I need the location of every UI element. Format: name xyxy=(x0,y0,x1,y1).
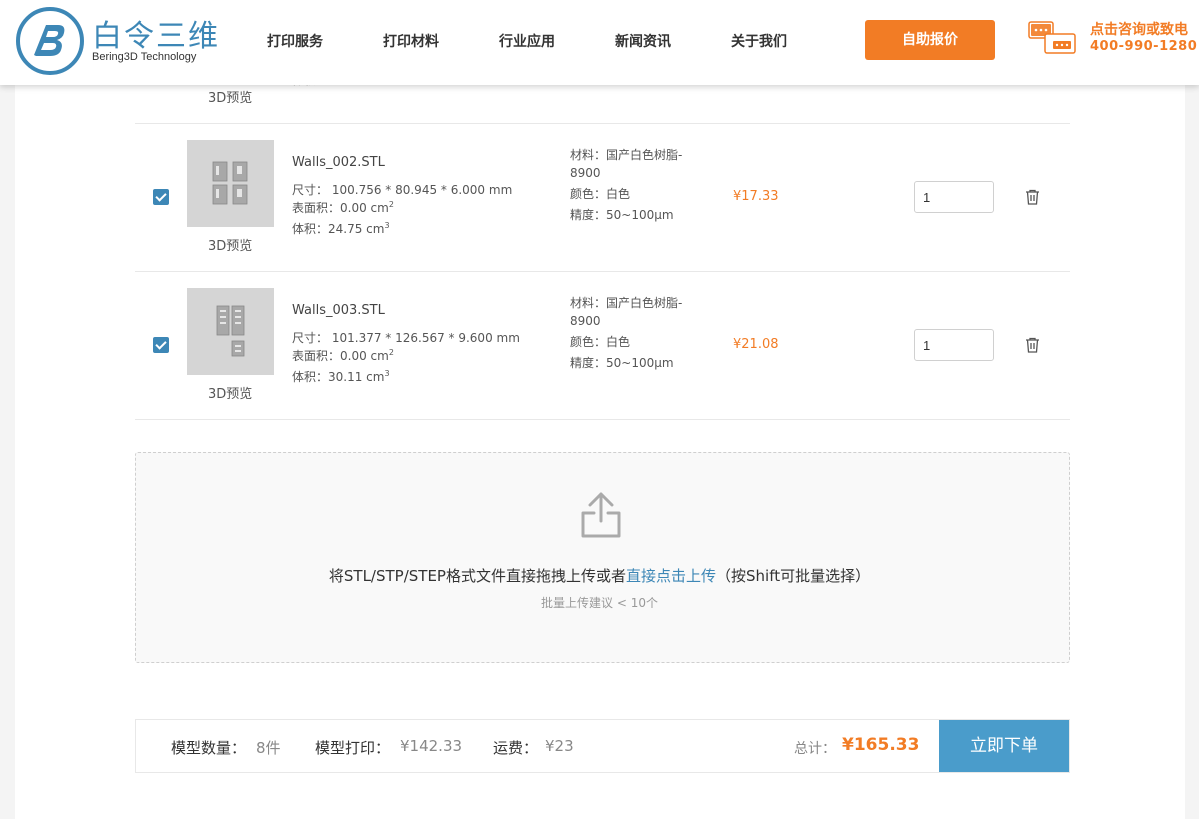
size-spec: 尺寸： 100.756 * 80.945 * 6.000 mm xyxy=(292,181,512,198)
shipping-value: ¥23 xyxy=(545,737,574,755)
model-thumbnail[interactable] xyxy=(187,140,274,227)
area-value: 0.00 cm xyxy=(340,349,389,363)
shipping-label: 运费： xyxy=(493,739,539,757)
area-unit-exponent: 2 xyxy=(388,200,394,209)
brand-name-cn[interactable]: 白令三维 xyxy=(92,11,220,55)
volume-spec: 体积：30.11 cm3 xyxy=(292,368,390,385)
preview-3d-link[interactable]: 3D预览 xyxy=(208,383,252,402)
nav-item-industry[interactable]: 行业应用 xyxy=(499,31,555,51)
self-quote-button[interactable]: 自助报价 xyxy=(865,20,995,60)
material-line: 8900 xyxy=(570,166,601,180)
upload-text: 将STL/STP/STEP格式文件直接拖拽上传或者 xyxy=(328,567,626,585)
size-label: 尺寸： xyxy=(292,183,329,197)
size-label: 尺寸： xyxy=(292,331,329,345)
upload-dropzone[interactable] xyxy=(135,452,1070,663)
brand-logo[interactable] xyxy=(16,7,84,75)
area-unit-exponent: 2 xyxy=(388,348,394,357)
quantity-input[interactable] xyxy=(914,329,994,361)
row-divider xyxy=(135,123,1070,124)
file-name: Walls_002.STL xyxy=(292,155,385,170)
partial-row-preview-link[interactable]: 3D预览 xyxy=(208,87,252,106)
contact-title[interactable]: 点击咨询或致电 xyxy=(1090,19,1188,39)
upload-batch-hint: 批量上传建议 < 10个 xyxy=(541,596,658,610)
site-header: 白令三维 Bering3D Technology 打印服务 打印材料 行业应用 … xyxy=(0,0,1199,85)
quantity-input[interactable] xyxy=(914,181,994,213)
material-info: 材料：国产白色树脂- 8900 颜色：白色 精度：50~100μm xyxy=(570,294,682,372)
trash-icon[interactable] xyxy=(1025,337,1040,353)
volume-label: 体积： xyxy=(292,222,329,236)
volume-value: 24.75 cm xyxy=(328,222,385,236)
chat-bubbles-icon[interactable] xyxy=(1027,20,1077,56)
brand-name-en[interactable]: Bering3D Technology xyxy=(92,51,196,63)
volume-value: 30.11 cm xyxy=(328,370,385,384)
place-order-button[interactable]: 立即下单 xyxy=(939,720,1069,772)
total-label: 总计： xyxy=(794,741,836,757)
area-label: 表面积： xyxy=(292,201,341,215)
precision-line: 精度：50~100μm xyxy=(570,356,674,370)
trash-icon[interactable] xyxy=(1025,189,1040,205)
volume-label: 体积： xyxy=(292,370,329,384)
logo-b-icon xyxy=(34,25,65,56)
area-spec: 表面积：0.00 cm2 xyxy=(292,347,394,364)
model-count-label: 模型数量： xyxy=(171,739,247,757)
nav-item-print-service[interactable]: 打印服务 xyxy=(267,31,323,51)
volume-unit-exponent: 3 xyxy=(384,221,390,230)
precision-line: 精度：50~100μm xyxy=(570,208,674,222)
contact-phone[interactable]: 400-990-1280 xyxy=(1090,39,1197,54)
model-count-value: 8件 xyxy=(256,739,281,757)
material-line: 材料：国产白色树脂- xyxy=(570,296,683,310)
area-value: 0.00 cm xyxy=(340,201,389,215)
material-line: 材料：国产白色树脂- xyxy=(570,148,683,162)
size-spec: 尺寸： 101.377 * 126.567 * 9.600 mm xyxy=(292,329,520,346)
color-line: 颜色：白色 xyxy=(570,187,631,201)
material-info: 材料：国产白色树脂- 8900 颜色：白色 精度：50~100μm xyxy=(570,146,682,224)
upload-icon[interactable] xyxy=(580,491,622,539)
model-thumbnail[interactable] xyxy=(187,288,274,375)
area-label: 表面积： xyxy=(292,349,341,363)
row-divider xyxy=(135,271,1070,272)
size-value: 100.756 * 80.945 * 6.000 mm xyxy=(331,183,513,197)
size-value: 101.377 * 126.567 * 9.600 mm xyxy=(331,331,520,345)
upload-shift-hint: （按Shift可批量选择） xyxy=(716,567,871,585)
item-checkbox[interactable] xyxy=(153,189,169,205)
material-line: 8900 xyxy=(570,314,601,328)
nav-item-news[interactable]: 新闻资讯 xyxy=(615,31,671,51)
nav-item-about[interactable]: 关于我们 xyxy=(731,31,787,51)
volume-unit-exponent: 3 xyxy=(384,369,390,378)
volume-spec: 体积：24.75 cm3 xyxy=(292,220,390,237)
print-cost-label: 模型打印： xyxy=(315,739,391,757)
item-price: ¥21.08 xyxy=(733,337,779,352)
area-spec: 表面积：0.00 cm2 xyxy=(292,199,394,216)
color-line: 颜色：白色 xyxy=(570,335,631,349)
total-value: ¥165.33 xyxy=(842,735,920,755)
file-name: Walls_003.STL xyxy=(292,303,385,318)
preview-3d-link[interactable]: 3D预览 xyxy=(208,235,252,254)
item-checkbox[interactable] xyxy=(153,337,169,353)
print-cost-value: ¥142.33 xyxy=(400,737,463,755)
nav-item-print-materials[interactable]: 打印材料 xyxy=(383,31,439,51)
upload-instruction: 将STL/STP/STEP格式文件直接拖拽上传或者直接点击上传（按Shift可批… xyxy=(0,565,1199,586)
item-price: ¥17.33 xyxy=(733,189,779,204)
upload-click-link[interactable]: 直接点击上传 xyxy=(626,567,716,585)
row-divider xyxy=(135,419,1070,420)
